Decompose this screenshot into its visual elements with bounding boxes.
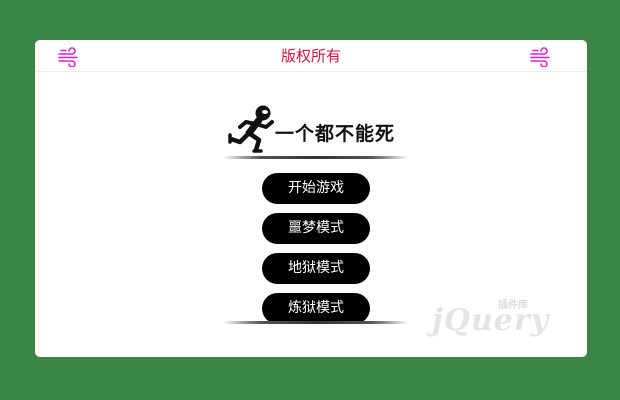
watermark-logo: jQuery 插件库: [432, 295, 582, 345]
wind-icon[interactable]: [529, 47, 553, 67]
top-bar: 版权所有: [35, 40, 587, 72]
watermark-text: jQuery: [432, 303, 550, 338]
running-man-icon: [228, 105, 274, 153]
copyright-title: 版权所有: [280, 47, 341, 65]
divider: [223, 321, 409, 324]
divider: [223, 156, 409, 159]
watermark-subtext: 插件库: [498, 300, 528, 311]
game-logo: 一个都不能死: [225, 100, 410, 162]
hell-mode-button[interactable]: 地狱模式: [262, 253, 370, 284]
start-game-button[interactable]: 开始游戏: [262, 173, 370, 204]
purgatory-mode-button[interactable]: 炼狱模式: [262, 293, 370, 324]
game-panel: 版权所有 一个都不能死 开始游戏 噩梦模式 地狱模式 炼狱模式 jQuery 插…: [35, 40, 587, 357]
nightmare-mode-button[interactable]: 噩梦模式: [262, 213, 370, 244]
game-title: 一个都不能死: [275, 123, 396, 145]
